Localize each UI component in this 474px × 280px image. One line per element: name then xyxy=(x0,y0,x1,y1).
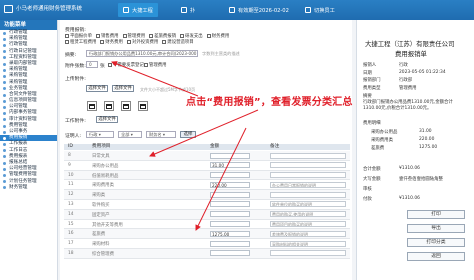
company-name: 大捷工程（江苏）有限责任公司 xyxy=(365,40,455,48)
upper-value: 壹仟叁佰壹拾圆陆角整 xyxy=(399,177,443,182)
item-name: 差旅费 xyxy=(371,146,385,151)
panel-key: 报销部门 xyxy=(363,78,381,83)
summary-key: 摘要 xyxy=(363,94,372,99)
panel-value: 行政部 xyxy=(399,78,413,83)
upper-key: 大写金额 xyxy=(363,177,381,182)
panel-value: 管理费用 xyxy=(399,85,417,91)
panel-key: 日期 xyxy=(363,70,372,76)
panel-value: 2023-05-05 01:22:34 xyxy=(399,69,446,75)
pay-key: 付款 xyxy=(363,197,372,202)
item-name: 采购费用类 xyxy=(371,138,393,143)
audit-key: 审核 xyxy=(363,187,372,192)
item-amount: 220.00 xyxy=(419,137,435,142)
doc-title: 费用报销单 xyxy=(395,50,427,58)
panel-key: 报销人 xyxy=(363,63,377,68)
panel-key: 费用类型 xyxy=(363,85,381,91)
item-amount: 1275.00 xyxy=(419,145,438,150)
total-value: ¥1310.06 xyxy=(399,166,420,171)
item-name: 采购办公用品 xyxy=(371,130,398,135)
arrow-to-summary xyxy=(111,61,199,97)
print-category-button[interactable]: 打印分类 xyxy=(407,238,465,247)
total-key: 合计金额 xyxy=(363,167,381,172)
panel-value: 行政 xyxy=(399,63,408,68)
back-button[interactable]: 返回 xyxy=(407,252,465,261)
items-header: 费用明细 xyxy=(363,121,381,126)
preview-panel: 大捷工程（江苏）有限责任公司 费用报销单 报销人 行政日期 2023-05-05 0… xyxy=(356,20,474,280)
item-amount: 31.00 xyxy=(419,129,432,134)
export-button[interactable]: 导出 xyxy=(407,224,465,233)
summary-value: 行政部门报销办公用品费1310.00元,金额合计1310.00元,价税合计131… xyxy=(363,100,453,111)
arrow-to-total xyxy=(195,127,247,231)
print-button[interactable]: 打印 xyxy=(407,210,465,219)
pay-value: ¥1310.06 xyxy=(399,196,420,201)
arrow-to-table xyxy=(149,109,259,157)
